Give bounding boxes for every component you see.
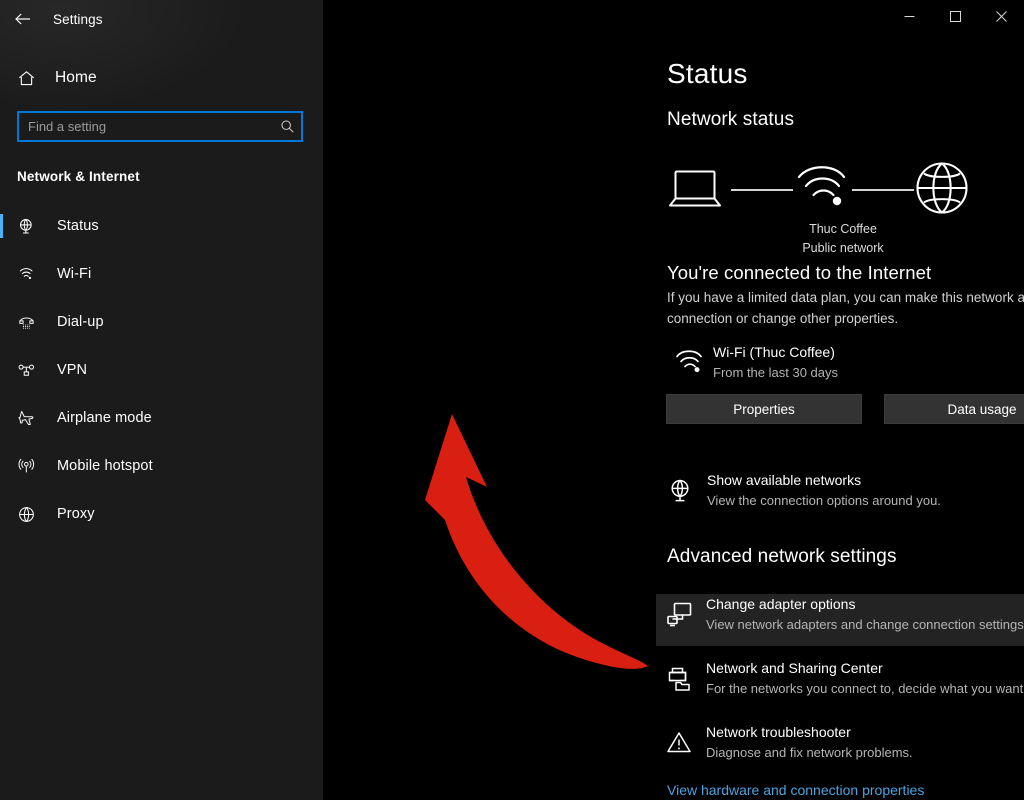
home-icon: [17, 69, 39, 88]
wifi-usage-period: From the last 30 days: [713, 365, 838, 380]
sidebar-item-label: Dial-up: [57, 314, 104, 330]
sidebar-item-dialup[interactable]: Dial-up: [0, 298, 323, 346]
search-box[interactable]: [17, 111, 303, 142]
sidebar: Settings Home Network & Internet: [0, 0, 323, 800]
sidebar-item-status[interactable]: Status: [0, 202, 323, 250]
row-title: Show available networks: [707, 472, 862, 488]
view-hardware-properties-link[interactable]: View hardware and connection properties: [667, 782, 924, 798]
home-label: Home: [55, 69, 97, 86]
row-subtitle: For the networks you connect to, decide …: [706, 681, 1024, 696]
network-troubleshooter-row[interactable]: Network troubleshooter Diagnose and fix …: [656, 722, 1024, 774]
diagram-network-type: Public network: [802, 241, 884, 256]
sidebar-nav: Status Wi-Fi Dial-up VPN Airplane mode M…: [0, 202, 323, 538]
diagram-link-line-1: [731, 189, 793, 191]
row-subtitle: Diagnose and fix network problems.: [706, 745, 913, 760]
search-input[interactable]: [17, 111, 303, 142]
close-button[interactable]: [978, 0, 1024, 32]
sidebar-item-proxy[interactable]: Proxy: [0, 490, 323, 538]
row-subtitle: View network adapters and change connect…: [706, 617, 1024, 632]
network-sharing-center-row[interactable]: Network and Sharing Center For the netwo…: [656, 658, 1024, 710]
data-usage-button[interactable]: Data usage: [884, 394, 1024, 424]
page-title: Status: [667, 58, 748, 89]
sidebar-item-label: VPN: [57, 362, 88, 378]
wifi-signal-icon: [675, 347, 705, 380]
properties-button[interactable]: Properties: [666, 394, 862, 424]
vpn-icon: [17, 361, 41, 380]
sidebar-item-label: Proxy: [57, 506, 95, 522]
hotspot-icon: [17, 457, 41, 476]
wifi-usage-row: Wi-Fi (Thuc Coffee) From the last 30 day…: [667, 341, 1024, 383]
minimize-button[interactable]: [886, 0, 932, 32]
wifi-signal-icon: [795, 160, 853, 220]
dialup-phone-icon: [17, 313, 41, 332]
maximize-button[interactable]: [932, 0, 978, 32]
sharing-printer-icon: [666, 665, 694, 698]
globe-status-icon: [17, 217, 41, 236]
connected-heading: You're connected to the Internet: [667, 262, 932, 283]
sidebar-item-label: Wi-Fi: [57, 266, 92, 282]
advanced-settings-heading: Advanced network settings: [667, 546, 897, 567]
sidebar-item-mobile-hotspot[interactable]: Mobile hotspot: [0, 442, 323, 490]
network-diagram: Thuc Coffee Public network: [667, 160, 970, 255]
airplane-icon: [17, 409, 41, 428]
connected-description: If you have a limited data plan, you can…: [667, 290, 1024, 326]
globe-proxy-icon: [17, 505, 41, 524]
sidebar-item-vpn[interactable]: VPN: [0, 346, 323, 394]
sidebar-item-airplane-mode[interactable]: Airplane mode: [0, 394, 323, 442]
main-content: Status Network status Thuc Coffee Public…: [323, 0, 1024, 800]
row-title: Network troubleshooter: [706, 724, 851, 740]
sidebar-item-label: Mobile hotspot: [57, 458, 153, 474]
row-title: Network and Sharing Center: [706, 660, 883, 676]
sidebar-item-label: Airplane mode: [57, 410, 152, 426]
diagram-caption: Thuc Coffee Public network: [753, 220, 933, 259]
network-status-heading: Network status: [667, 109, 795, 130]
window-controls: [886, 0, 1024, 32]
globe-network-icon: [667, 477, 695, 510]
wifi-icon: [17, 265, 41, 284]
sidebar-category-title: Network & Internet: [17, 169, 140, 184]
wifi-usage-name: Wi-Fi (Thuc Coffee): [713, 344, 835, 360]
row-title: Change adapter options: [706, 596, 856, 612]
globe-icon: [914, 160, 970, 221]
sidebar-item-home[interactable]: Home: [0, 61, 323, 95]
sidebar-item-label: Status: [57, 218, 99, 234]
titlebar: Settings: [0, 3, 323, 35]
show-available-networks-row[interactable]: Show available networks View the connect…: [657, 470, 1024, 516]
adapter-monitor-icon: [666, 601, 694, 634]
warning-triangle-icon: [666, 729, 694, 762]
sidebar-item-wifi[interactable]: Wi-Fi: [0, 250, 323, 298]
laptop-icon: [667, 166, 723, 219]
diagram-link-line-2: [852, 189, 914, 191]
settings-window: Settings Home Network & Internet: [0, 0, 1024, 800]
app-title: Settings: [53, 11, 103, 27]
back-button[interactable]: [0, 3, 46, 35]
change-adapter-options-row[interactable]: Change adapter options View network adap…: [656, 594, 1024, 646]
diagram-network-name: Thuc Coffee: [809, 222, 877, 236]
row-subtitle: View the connection options around you.: [707, 493, 941, 508]
